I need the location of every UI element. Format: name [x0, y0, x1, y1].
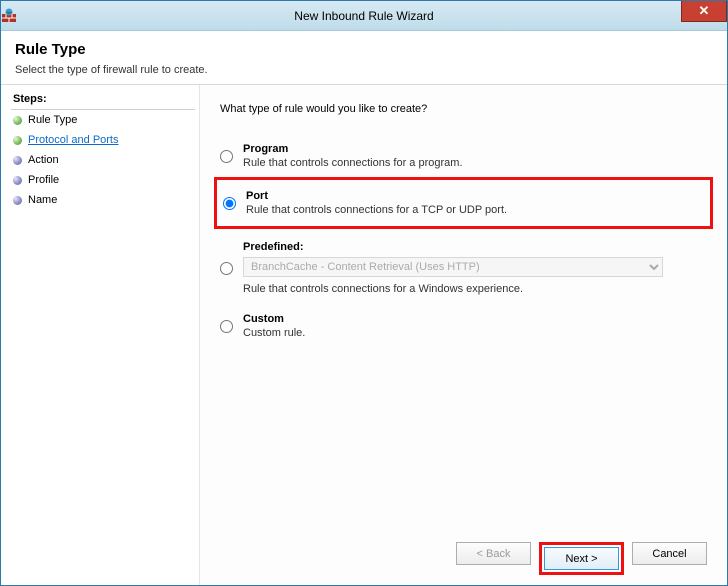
option-body: Program Rule that controls connections f…	[243, 143, 707, 169]
bullet-icon	[13, 116, 22, 125]
firewall-icon	[1, 8, 17, 24]
steps-sidebar: Steps: Rule Type Protocol and Ports Acti…	[1, 85, 199, 585]
option-title: Program	[243, 143, 707, 155]
step-action[interactable]: Action	[11, 150, 199, 170]
footer-buttons: < Back Next > Cancel	[220, 526, 707, 575]
page-title: Rule Type	[15, 41, 713, 58]
option-desc: Rule that controls connections for a TCP…	[246, 204, 704, 216]
option-body: Predefined: BranchCache - Content Retrie…	[243, 241, 707, 295]
window-title: New Inbound Rule Wizard	[1, 9, 727, 23]
option-custom: Custom Custom rule.	[220, 307, 707, 351]
radio-predefined[interactable]	[220, 242, 233, 295]
wizard-window: New Inbound Rule Wizard ✕ Rule Type Sele…	[0, 0, 728, 586]
bullet-icon	[13, 136, 22, 145]
option-title: Predefined:	[243, 241, 707, 253]
option-title: Port	[246, 190, 704, 202]
prompt-text: What type of rule would you like to crea…	[220, 103, 707, 115]
page-subtitle: Select the type of firewall rule to crea…	[15, 64, 713, 76]
option-body: Custom Custom rule.	[243, 313, 707, 339]
option-desc: Rule that controls connections for a Win…	[243, 283, 707, 295]
close-icon: ✕	[699, 3, 710, 19]
next-button[interactable]: Next >	[544, 547, 619, 570]
radio-port[interactable]	[223, 191, 236, 216]
radio-custom[interactable]	[220, 314, 233, 339]
step-label: Profile	[28, 174, 59, 186]
close-button[interactable]: ✕	[681, 1, 727, 22]
step-profile[interactable]: Profile	[11, 170, 199, 190]
option-port: Port Rule that controls connections for …	[223, 184, 704, 220]
highlight-next-button: Next >	[539, 542, 624, 575]
bullet-icon	[13, 196, 22, 205]
step-protocol-and-ports[interactable]: Protocol and Ports	[11, 130, 199, 150]
option-program: Program Rule that controls connections f…	[220, 137, 707, 181]
bullet-icon	[13, 176, 22, 185]
option-desc: Rule that controls connections for a pro…	[243, 157, 707, 169]
content-pane: What type of rule would you like to crea…	[199, 85, 727, 585]
back-button[interactable]: < Back	[456, 542, 531, 565]
predefined-select[interactable]: BranchCache - Content Retrieval (Uses HT…	[243, 257, 663, 277]
step-label: Name	[28, 194, 57, 206]
step-label: Protocol and Ports	[28, 134, 119, 146]
highlight-port-option: Port Rule that controls connections for …	[214, 177, 713, 229]
option-title: Custom	[243, 313, 707, 325]
radio-program[interactable]	[220, 144, 233, 169]
cancel-button[interactable]: Cancel	[632, 542, 707, 565]
step-name[interactable]: Name	[11, 190, 199, 210]
bullet-icon	[13, 156, 22, 165]
header-area: Rule Type Select the type of firewall ru…	[1, 31, 727, 85]
step-rule-type[interactable]: Rule Type	[11, 110, 199, 130]
option-predefined: Predefined: BranchCache - Content Retrie…	[220, 235, 707, 307]
option-desc: Custom rule.	[243, 327, 707, 339]
step-label: Rule Type	[28, 114, 77, 126]
option-body: Port Rule that controls connections for …	[246, 190, 704, 216]
step-label: Action	[28, 154, 59, 166]
body: Steps: Rule Type Protocol and Ports Acti…	[1, 85, 727, 585]
steps-heading: Steps:	[11, 91, 195, 110]
titlebar: New Inbound Rule Wizard ✕	[1, 1, 727, 31]
